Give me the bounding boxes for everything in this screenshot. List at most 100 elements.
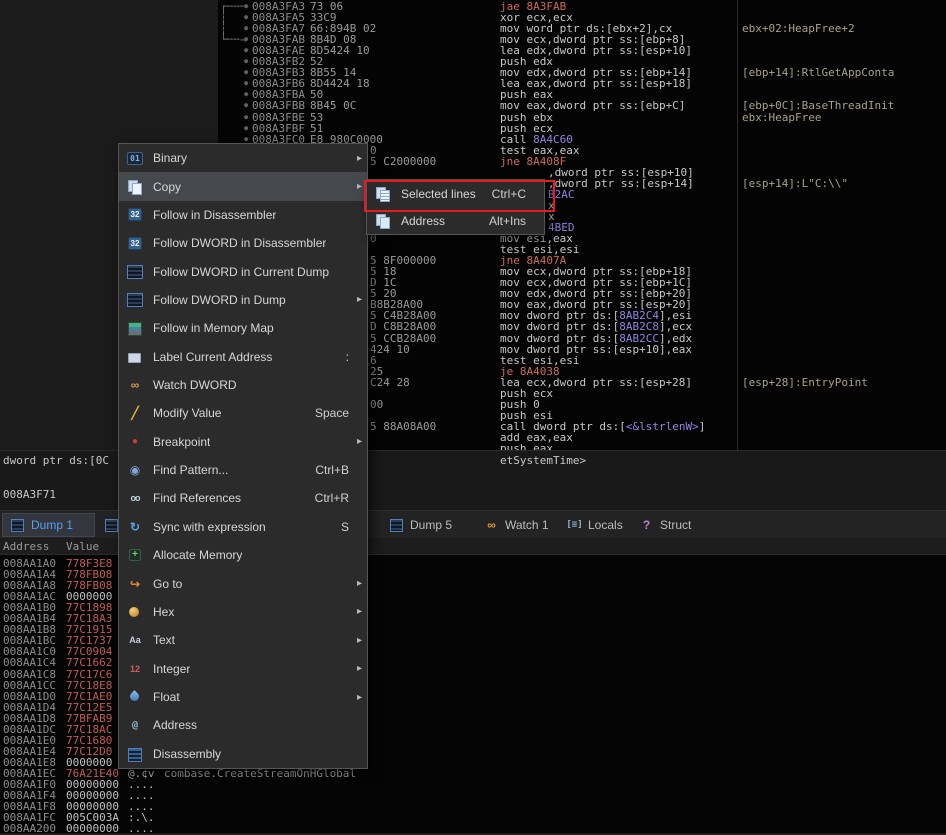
submenu-arrow-icon: ▸ [357, 578, 362, 589]
menu-item-label: Breakpoint [153, 435, 210, 449]
dump-tab-icon [10, 518, 25, 533]
submenu-arrow-icon: ▸ [357, 181, 362, 192]
menu-item-label: Text [153, 633, 175, 647]
tab-label: Struct [660, 518, 691, 532]
menu-item-watch-dword[interactable]: Watch DWORD [119, 371, 367, 399]
menu-item-follow-dword-in-disassembler[interactable]: Follow DWORD in Disassembler [119, 229, 367, 257]
copy-submenu: Selected linesCtrl+CAddressAlt+Ins [366, 179, 545, 235]
instruction-comment: ebx+02:HeapFree+2 [742, 23, 855, 34]
instruction-bullet-icon: ● [244, 78, 248, 89]
menu-item-shortcut: S [341, 520, 359, 534]
disasm-row[interactable]: ●008A3FBB8B45 0Cmov eax,dword ptr ss:[eb… [218, 100, 946, 111]
instruction-bullet-icon: ● [244, 34, 248, 45]
menu-item-find-references[interactable]: Find References Ctrl+R [119, 484, 367, 512]
jump-line: └╌╌→ [220, 34, 247, 45]
menu-item-label: Follow DWORD in Dump [153, 293, 286, 307]
tab-label: Dump 1 [31, 518, 73, 532]
dump-header-value: Value [66, 540, 99, 553]
submenu-arrow-icon: ▸ [357, 294, 362, 305]
menu-item-shortcut: Ctrl+C [492, 187, 536, 201]
locals-tab-icon [567, 518, 582, 533]
menu-item-hex[interactable]: Hex ▸ [119, 598, 367, 626]
menu-item-disassembly[interactable]: Disassembly [119, 740, 367, 768]
menu-item-integer[interactable]: Integer▸ [119, 654, 367, 682]
submenu-arrow-icon: ▸ [357, 153, 362, 164]
address-icon [126, 717, 144, 733]
tab-struct[interactable]: Struct [632, 513, 702, 537]
menu-item-shortcut: Ctrl+B [315, 463, 359, 477]
disasm-row[interactable]: ●008A3FAE8D5424 10lea edx,dword ptr ss:[… [218, 45, 946, 56]
instruction-comment: [esp+14]:L"C:\\" [742, 178, 848, 189]
float-icon [126, 689, 144, 705]
menu-item-selected-lines[interactable]: Selected linesCtrl+C [367, 180, 544, 207]
info-expression-text: dword ptr ds:[0C [3, 454, 109, 467]
goto-icon [126, 576, 144, 592]
menu-item-label: Watch DWORD [153, 378, 237, 392]
tab-dump-5[interactable]: Dump 5 [382, 513, 475, 537]
instruction-comment: [ebp+0C]:BaseThreadInit [742, 100, 894, 111]
menu-item-follow-in-disassembler[interactable]: Follow in Disassembler [119, 201, 367, 229]
instruction-bytes: 53 [310, 112, 323, 123]
menu-item-modify-value[interactable]: Modify ValueSpace [119, 399, 367, 427]
instruction-bytes-fragment: 5 C2000000 [370, 156, 436, 167]
dump-value: 77C18E8 [66, 680, 112, 691]
instruction-comment: ebx:HeapFree [742, 112, 821, 123]
menu-item-address[interactable]: Address [119, 711, 367, 739]
menu-item-label: Follow in Disassembler [153, 208, 276, 222]
menu-item-float[interactable]: Float▸ [119, 683, 367, 711]
menu-item-find-pattern[interactable]: Find Pattern...Ctrl+B [119, 456, 367, 484]
copy-lines-icon [374, 186, 392, 202]
instruction-bullet-icon: ● [244, 12, 248, 23]
submenu-arrow-icon: ▸ [357, 606, 362, 617]
disassembler-icon [126, 207, 144, 223]
menu-item-label-current-address[interactable]: Label Current Address: [119, 343, 367, 371]
menu-item-sync-with-expression[interactable]: Sync with expression S [119, 513, 367, 541]
menu-item-breakpoint[interactable]: Breakpoint▸ [119, 428, 367, 456]
disasm-row[interactable]: ●008A3FBF51push ecx [218, 123, 946, 134]
menu-item-label: Go to [153, 577, 182, 591]
menu-item-label: Disassembly [153, 747, 221, 761]
disasm-row[interactable]: ●008A3FBE53push ebxebx:HeapFree [218, 112, 946, 123]
dump-header-address: Address [3, 540, 49, 553]
menu-item-text[interactable]: Text▸ [119, 626, 367, 654]
instruction-bullet-icon: ● [244, 112, 248, 123]
submenu-arrow-icon: ▸ [357, 663, 362, 674]
menu-item-address[interactable]: AddressAlt+Ins [367, 207, 544, 234]
disasm-row[interactable]: ●008A3FB68D4424 18lea eax,dword ptr ss:[… [218, 78, 946, 89]
dump-value: 77C12E5 [66, 702, 112, 713]
menu-item-copy[interactable]: Copy▸ [119, 172, 367, 200]
instruction-bullet-icon: ● [244, 67, 248, 78]
tab-watch-1[interactable]: Watch 1 [477, 513, 558, 537]
instruction-bytes: 51 [310, 123, 323, 134]
dump-icon [126, 292, 144, 308]
menu-item-label: Follow in Memory Map [153, 321, 274, 335]
menu-item-label: Find References [153, 491, 241, 505]
instruction-bullet-icon: ● [244, 89, 248, 100]
dump-comment: combase.CreateStreamOnHGlobal [164, 768, 356, 779]
menu-item-go-to[interactable]: Go to ▸ [119, 569, 367, 597]
instruction-bytes-fragment: 5 88A08A00 [370, 421, 436, 432]
menu-item-follow-in-memory-map[interactable]: Follow in Memory Map [119, 314, 367, 342]
tab-dump-1[interactable]: Dump 1 [2, 513, 95, 537]
instruction-comment: [ebp+14]:RtlGetAppConta [742, 67, 894, 78]
menu-item-follow-dword-in-dump[interactable]: Follow DWORD in Dump ▸ [119, 286, 367, 314]
menu-item-follow-dword-in-current-dump[interactable]: Follow DWORD in Current Dump [119, 257, 367, 285]
tab-locals[interactable]: Locals [560, 513, 630, 537]
dump-address: 008AA1D0 [3, 691, 56, 702]
menu-item-binary[interactable]: Binary▸ [119, 144, 367, 172]
instruction-bytes-fragment: 25 [370, 366, 383, 377]
copy-address-icon [374, 213, 392, 229]
instruction-bytes-fragment: C24 28 [370, 377, 410, 388]
menu-item-label: Hex [153, 605, 174, 619]
instruction-bytes-fragment: 0 [370, 145, 377, 156]
menu-item-shortcut: Alt+Ins [489, 214, 536, 228]
menu-item-allocate-memory[interactable]: Allocate Memory [119, 541, 367, 569]
instruction-bytes-fragment: 00 [370, 399, 383, 410]
menu-item-label: Sync with expression [153, 520, 266, 534]
tab-label: Dump 5 [410, 518, 452, 532]
dump-icon [126, 264, 144, 280]
menu-item-shortcut: Ctrl+R [315, 491, 359, 505]
info-symbol-text: etSystemTime> [500, 454, 586, 467]
menu-item-label: Follow DWORD in Disassembler [153, 236, 326, 250]
dump-address: 008AA1D4 [3, 702, 56, 713]
